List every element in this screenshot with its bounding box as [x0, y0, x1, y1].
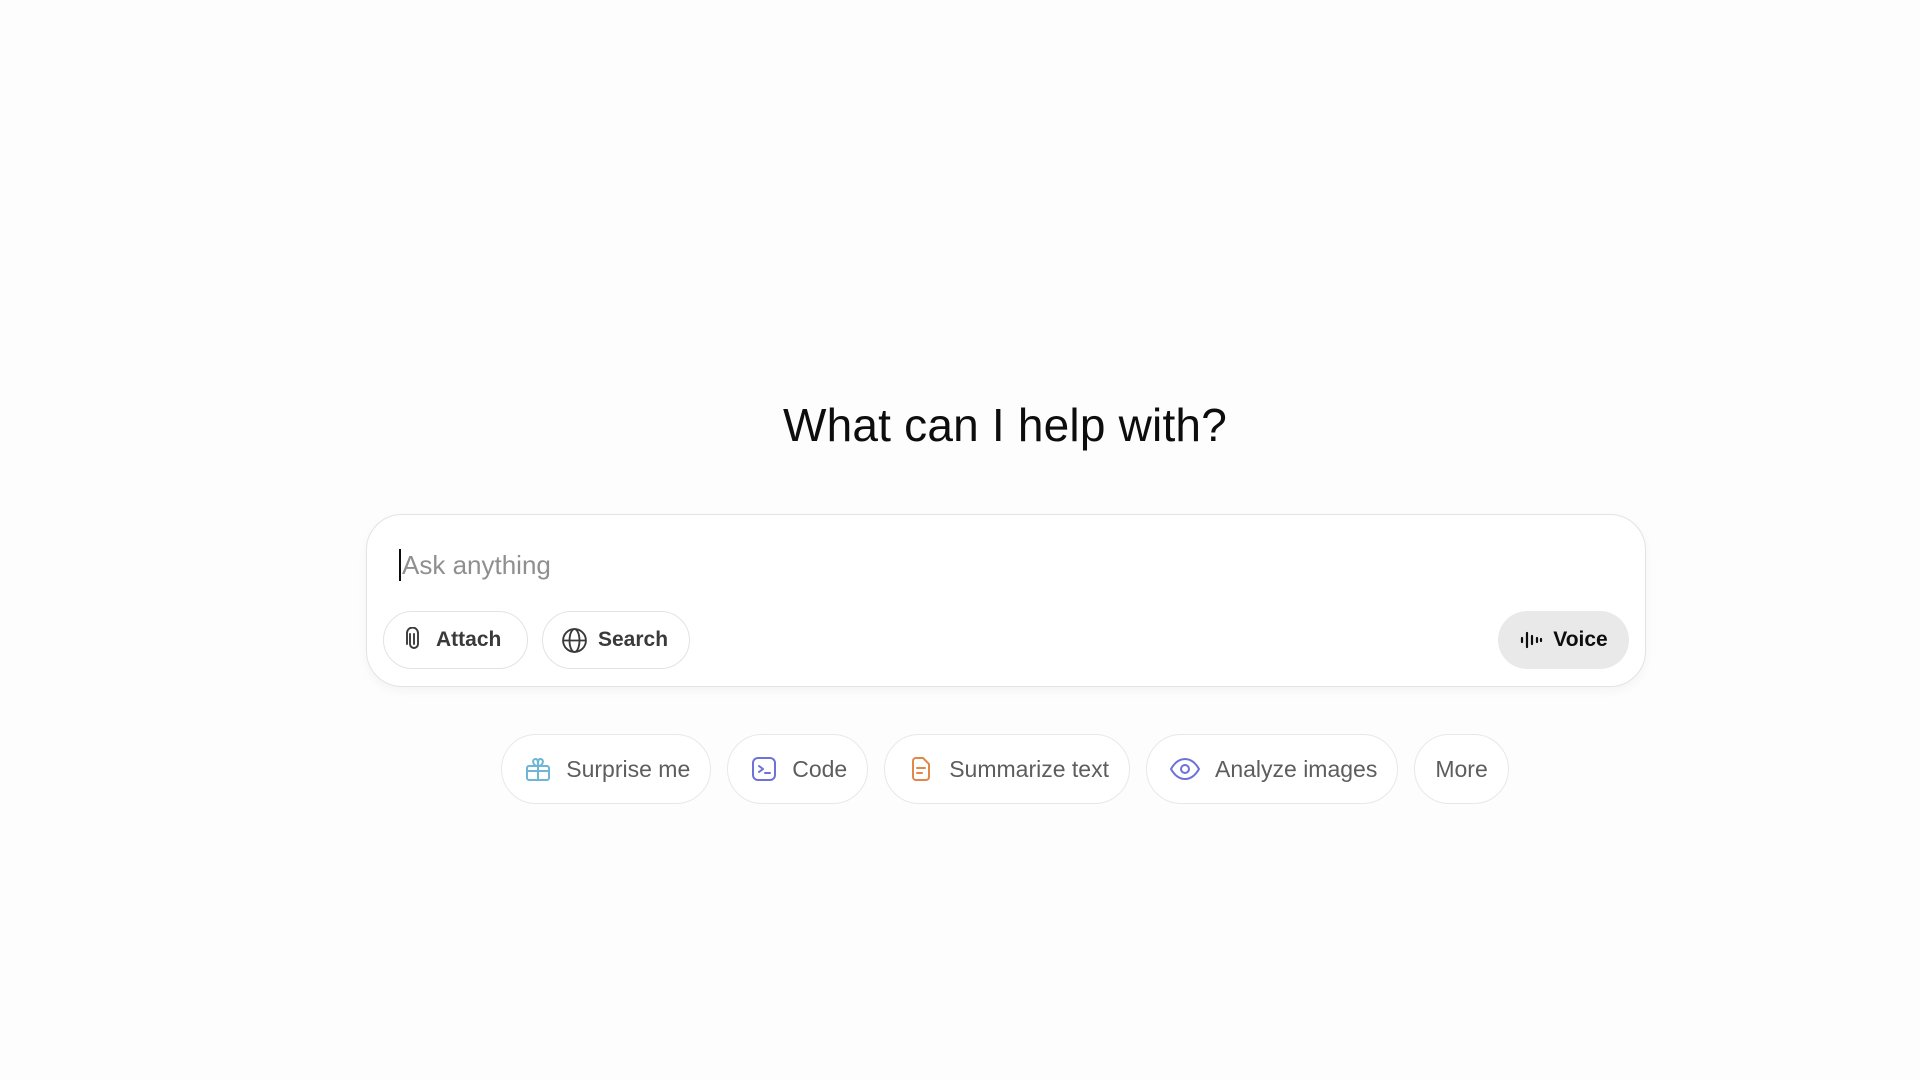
text-caret	[399, 549, 401, 581]
voice-label: Voice	[1553, 628, 1608, 651]
suggestion-analyze-images[interactable]: Analyze images	[1145, 734, 1399, 804]
voice-button[interactable]: Voice	[1498, 611, 1629, 669]
suggestion-surprise-me[interactable]: Surprise me	[501, 734, 712, 804]
search-button[interactable]: Search	[542, 611, 690, 669]
suggestion-code[interactable]: Code	[727, 734, 869, 804]
suggestion-label: Summarize text	[949, 755, 1109, 782]
eye-icon	[1169, 755, 1201, 783]
prompt-composer: Attach Search	[366, 514, 1646, 687]
page: What can I help with? Attach	[0, 0, 1920, 1080]
suggestion-chips: Surprise me Code Summarize text Analyze …	[0, 734, 1920, 804]
suggestion-label: More	[1435, 755, 1488, 782]
globe-icon	[561, 627, 588, 654]
suggestion-more[interactable]: More	[1414, 734, 1509, 804]
page-title: What can I help with?	[783, 399, 1227, 451]
prompt-input[interactable]	[402, 549, 1582, 581]
paperclip-icon	[402, 627, 426, 653]
attach-button[interactable]: Attach	[383, 611, 528, 669]
suggestion-label: Analyze images	[1214, 755, 1378, 782]
suggestion-summarize-text[interactable]: Summarize text	[884, 734, 1130, 804]
suggestion-label: Surprise me	[566, 755, 691, 782]
prompt-input-wrap[interactable]	[399, 545, 1599, 585]
document-icon	[907, 755, 935, 783]
search-label: Search	[598, 628, 669, 651]
waveform-icon	[1519, 629, 1543, 651]
terminal-icon	[750, 755, 778, 783]
suggestion-label: Code	[792, 755, 848, 782]
attach-label: Attach	[436, 628, 502, 651]
gift-icon	[524, 755, 552, 783]
